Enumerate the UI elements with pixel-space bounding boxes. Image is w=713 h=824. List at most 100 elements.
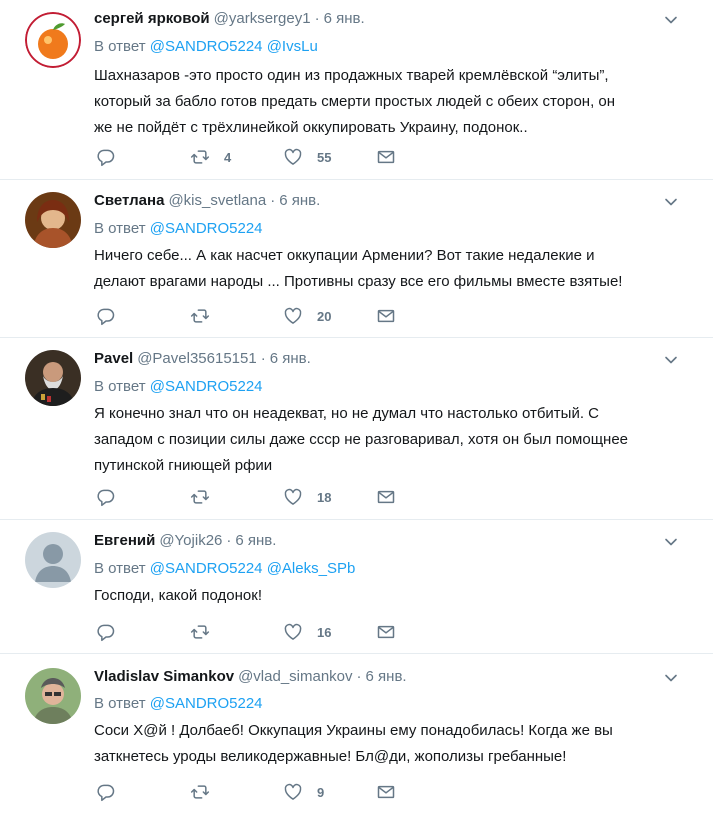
chevron-down-icon[interactable] <box>663 534 679 550</box>
avatar[interactable] <box>25 532 81 588</box>
reply-context: В ответ @SANDRO5224 @Aleks_SPb <box>94 560 355 577</box>
retweet-button[interactable] <box>190 306 224 326</box>
like-button[interactable]: 16 <box>283 622 331 642</box>
reply-icon <box>96 306 116 326</box>
user-handle[interactable]: @kis_svetlana <box>168 192 266 209</box>
mention-link[interactable]: @SANDRO5224 <box>150 378 263 395</box>
user-handle[interactable]: @Yojik26 <box>159 532 222 549</box>
heart-icon <box>283 487 303 507</box>
like-count: 16 <box>317 624 332 640</box>
tweet-text-line: Я конечно знал что он неадекват, но не д… <box>94 405 600 422</box>
chevron-down-icon[interactable] <box>663 670 679 686</box>
tweet-text-line: Господи, какой подонок! <box>94 587 263 604</box>
tweet-text: Шахназаров -это просто один из продажных… <box>94 63 684 141</box>
retweet-icon <box>190 306 210 326</box>
reply-button[interactable] <box>96 147 116 167</box>
direct-message-button[interactable] <box>376 782 396 802</box>
like-button[interactable]: 55 <box>283 147 331 167</box>
tweet-text: Я конечно знал что он неадекват, но не д… <box>94 401 684 479</box>
tweet-header: сергей ярковой @yarksergey1 · 6 янв. <box>94 10 365 27</box>
display-name[interactable]: Pavel <box>94 350 133 367</box>
display-name[interactable]: Евгений <box>94 532 155 549</box>
display-name[interactable]: сергей ярковой <box>94 10 210 27</box>
chevron-down-icon[interactable] <box>663 194 679 210</box>
reply-context: В ответ @SANDRO5224 <box>94 220 263 237</box>
like-count: 55 <box>317 149 332 165</box>
reply-button[interactable] <box>96 487 116 507</box>
like-count: 18 <box>317 489 332 505</box>
envelope-icon <box>376 487 396 507</box>
separator-dot: · <box>260 350 266 367</box>
direct-message-button[interactable] <box>376 147 396 167</box>
mention-link[interactable]: @SANDRO5224 <box>150 220 263 237</box>
like-button[interactable]: 18 <box>283 487 331 507</box>
retweet-icon <box>190 782 210 802</box>
timestamp[interactable]: 6 янв. <box>324 10 365 27</box>
tweet-text-line: Шахназаров -это просто один из продажных… <box>94 67 609 84</box>
retweet-button[interactable] <box>190 622 224 642</box>
tweet-text: Соси Х@й ! Долбаеб! Оккупация Украины ем… <box>94 718 684 770</box>
timestamp[interactable]: 6 янв. <box>270 350 311 367</box>
reply-prefix: В ответ <box>94 220 146 237</box>
timestamp[interactable]: 6 янв. <box>235 532 276 549</box>
heart-icon <box>283 147 303 167</box>
like-button[interactable]: 20 <box>283 306 331 326</box>
avatar[interactable] <box>25 350 81 406</box>
retweet-button[interactable] <box>190 487 224 507</box>
direct-message-button[interactable] <box>376 487 396 507</box>
retweet-count: 4 <box>224 149 232 165</box>
retweet-icon <box>190 622 210 642</box>
tweet-text: Ничего себе... А как насчет оккупации Ар… <box>94 243 684 295</box>
mention-link[interactable]: @SANDRO5224 <box>150 560 263 577</box>
display-name[interactable]: Светлана <box>94 192 164 209</box>
envelope-icon <box>376 306 396 326</box>
tweet-text-line: который за бабло готов предать смерти пр… <box>94 93 616 110</box>
reply-context: В ответ @SANDRO5224 @IvsLu <box>94 38 318 55</box>
like-button[interactable]: 9 <box>283 782 324 802</box>
tweet-header: Vladislav Simankov @vlad_simankov · 6 янв. <box>94 668 407 685</box>
reply-prefix: В ответ <box>94 695 146 712</box>
retweet-icon <box>190 147 210 167</box>
reply-context: В ответ @SANDRO5224 <box>94 695 263 712</box>
retweet-icon <box>190 487 210 507</box>
user-handle[interactable]: @Pavel35615151 <box>137 350 257 367</box>
direct-message-button[interactable] <box>376 622 396 642</box>
tweet-text-line: путинской гниющей рфии <box>94 457 273 474</box>
retweet-button[interactable]: 4 <box>190 147 231 167</box>
avatar[interactable] <box>25 192 81 248</box>
heart-icon <box>283 306 303 326</box>
chevron-down-icon[interactable] <box>663 12 679 28</box>
envelope-icon <box>376 782 396 802</box>
direct-message-button[interactable] <box>376 306 396 326</box>
mention-link[interactable]: @SANDRO5224 <box>150 695 263 712</box>
mention-link[interactable]: @Aleks_SPb <box>267 560 356 577</box>
reply-button[interactable] <box>96 306 116 326</box>
display-name[interactable]: Vladislav Simankov <box>94 668 234 685</box>
avatar[interactable] <box>25 668 81 724</box>
mention-link[interactable]: @IvsLu <box>267 38 318 55</box>
tweet-header: Светлана @kis_svetlana · 6 янв. <box>94 192 320 209</box>
reply-prefix: В ответ <box>94 38 146 55</box>
tweet[interactable]: сергей ярковой @yarksergey1 · 6 янв. В отве… <box>0 0 713 180</box>
chevron-down-icon[interactable] <box>663 352 679 368</box>
envelope-icon <box>376 622 396 642</box>
reply-button[interactable] <box>96 782 116 802</box>
tweet-text-line: заткнетесь уроды великодержавные! Бл@ди,… <box>94 748 567 765</box>
heart-icon <box>283 782 303 802</box>
mention-link[interactable]: @SANDRO5224 <box>150 38 263 55</box>
reply-button[interactable] <box>96 622 116 642</box>
tweet[interactable]: Vladislav Simankov @vlad_simankov · 6 янв. … <box>0 654 713 824</box>
tweet[interactable]: Светлана @kis_svetlana · 6 янв. В ответ @SA… <box>0 180 713 338</box>
retweet-button[interactable] <box>190 782 224 802</box>
tweet[interactable]: Pavel @Pavel35615151 · 6 янв. В ответ @SAND… <box>0 338 713 520</box>
tweet[interactable]: Евгений @Yojik26 · 6 янв. В ответ @SANDRO52… <box>0 520 713 654</box>
separator-dot: · <box>270 192 276 209</box>
tweet-text-line: западом с позиции силы даже ссср не разг… <box>94 431 629 448</box>
tweet-text-line: Соси Х@й ! Долбаеб! Оккупация Украины ем… <box>94 722 613 739</box>
timestamp[interactable]: 6 янв. <box>366 668 407 685</box>
timestamp[interactable]: 6 янв. <box>279 192 320 209</box>
like-count: 20 <box>317 308 332 324</box>
user-handle[interactable]: @yarksergey1 <box>214 10 311 27</box>
user-handle[interactable]: @vlad_simankov <box>238 668 352 685</box>
avatar[interactable] <box>25 12 81 68</box>
